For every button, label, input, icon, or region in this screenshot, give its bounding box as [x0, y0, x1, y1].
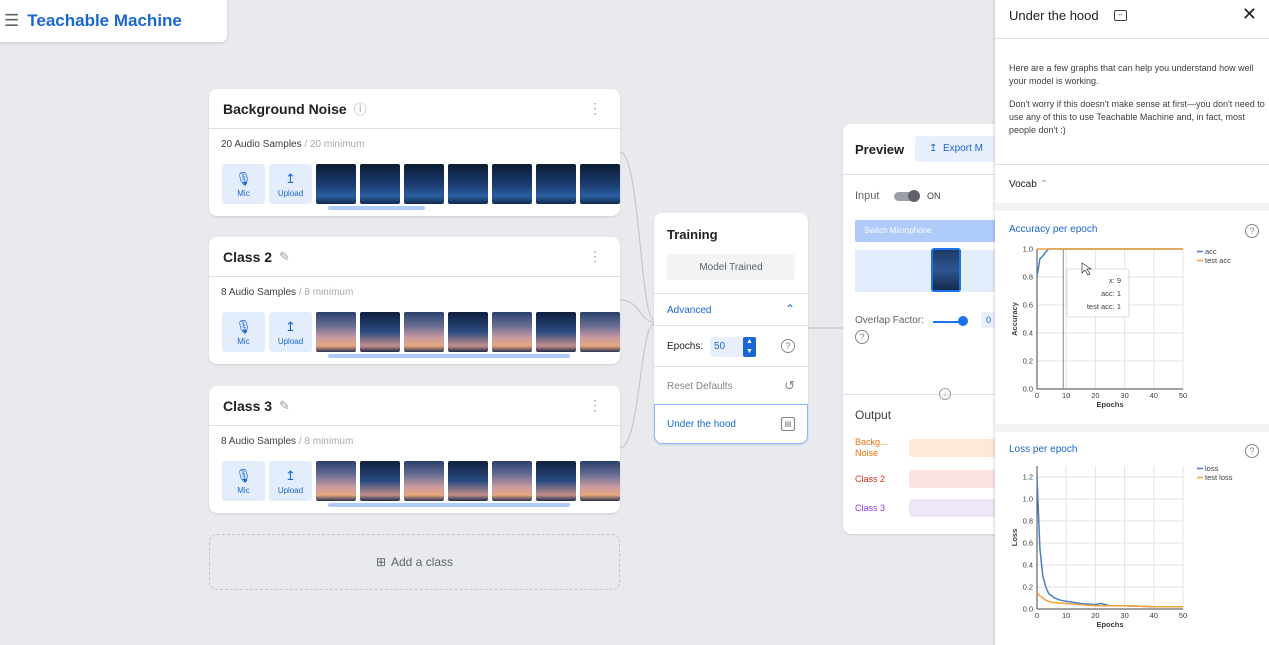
live-spectrogram	[855, 248, 1003, 292]
x-axis-label: Epochs	[1096, 400, 1123, 409]
x-tick-label: 10	[1062, 611, 1070, 620]
y-tick-label: 0.0	[1023, 605, 1033, 614]
y-tick-label: 0.0	[1023, 385, 1033, 394]
y-tick-label: 0.8	[1023, 517, 1033, 526]
resize-panel-icon[interactable]: ↔	[1114, 10, 1127, 21]
overlap-factor-label: Overlap Factor:	[855, 315, 924, 326]
training-title: Training	[667, 227, 718, 242]
y-tick-label: 0.6	[1023, 301, 1033, 310]
x-tick-label: 20	[1091, 611, 1099, 620]
x-tick-label: 20	[1091, 391, 1099, 400]
output-label: Output	[855, 408, 892, 422]
y-tick-label: 0.2	[1023, 583, 1033, 592]
output-class-label: Class 2	[855, 474, 886, 484]
loss-chart: 0 10 20 30 40 50 0.0 0.2 0.4 0.6 0.8 1.0 1.2 Epochs Lo…	[1010, 464, 1233, 629]
upload-icon: ↥	[929, 143, 938, 154]
export-model-button[interactable]: ↥ Export M	[915, 136, 1003, 162]
input-label: Input	[855, 190, 880, 202]
history-icon[interactable]: ↺	[784, 378, 795, 394]
y-tick-label: 0.2	[1023, 357, 1033, 366]
y-tick-label: 0.4	[1023, 329, 1033, 338]
intro-text: Don't worry if this doesn't make sense a…	[1009, 99, 1265, 135]
x-tick-label: 40	[1150, 391, 1158, 400]
reset-defaults-button[interactable]: Reset Defaults	[667, 381, 733, 392]
model-trained-button[interactable]: Model Trained	[667, 254, 795, 280]
y-tick-label: 0.8	[1023, 273, 1033, 282]
input-toggle[interactable]	[894, 190, 920, 202]
legend-entry: test acc	[1205, 256, 1231, 265]
panel-title: Under the hood	[1009, 8, 1099, 23]
output-class-label: Class 3	[855, 503, 886, 513]
help-circle-icon[interactable]: ?	[1245, 444, 1259, 458]
tooltip-acc: acc: 1	[1101, 289, 1121, 298]
accuracy-chart-title: Accuracy per epoch	[1009, 224, 1098, 235]
y-tick-label: 1.0	[1023, 495, 1033, 504]
spectrogram-window	[931, 248, 961, 292]
overlap-slider-thumb[interactable]	[958, 316, 968, 326]
epochs-label: Epochs:	[667, 341, 704, 352]
x-axis-label: Epochs	[1096, 620, 1123, 629]
training-panel: Training Model Trained Advanced ⌃ Epochs…	[654, 213, 808, 444]
intro-text: Here are a few graphs that can help you …	[1009, 63, 1254, 86]
tooltip-test-acc: test acc: 1	[1087, 302, 1121, 311]
output-confidence-bar	[909, 499, 1003, 517]
output-confidence-bar	[909, 470, 1003, 488]
y-tick-label: 0.4	[1023, 561, 1033, 570]
loss-chart-title: Loss per epoch	[1009, 444, 1078, 455]
arrow-down-icon: ↓	[939, 388, 951, 400]
x-tick-label: 0	[1035, 391, 1039, 400]
close-icon[interactable]: ✕	[1242, 4, 1257, 25]
x-tick-label: 10	[1062, 391, 1070, 400]
under-the-hood-panel: Under the hood ↔ ✕ Here are a few graphs…	[995, 0, 1269, 645]
switch-microphone-button[interactable]: Switch Microphone	[855, 220, 1003, 242]
y-axis-label: Loss	[1010, 529, 1019, 547]
y-tick-label: 1.2	[1023, 473, 1033, 482]
preview-panel: Preview ↥ Export M Input ON Switch Micro…	[843, 124, 1003, 534]
legend-entry: acc	[1205, 247, 1217, 256]
advanced-toggle[interactable]: Advanced	[667, 305, 711, 316]
vocab-toggle[interactable]: Vocab ⌃	[1009, 179, 1048, 190]
x-tick-label: 50	[1179, 391, 1187, 400]
chevron-up-icon: ⌃	[1039, 179, 1048, 190]
tooltip-x: x: 9	[1109, 276, 1121, 285]
help-circle-icon[interactable]: ?	[1245, 224, 1259, 238]
stepper-icon[interactable]: ▲ ▼	[743, 337, 756, 357]
help-circle-icon[interactable]: ?	[781, 339, 795, 353]
y-tick-label: 0.6	[1023, 539, 1033, 548]
epochs-input[interactable]: 50 ▲ ▼	[710, 337, 756, 357]
x-tick-label: 0	[1035, 611, 1039, 620]
preview-title: Preview	[855, 142, 905, 157]
bar-chart-icon: ▤	[781, 417, 795, 431]
toggle-state: ON	[927, 191, 941, 201]
x-tick-label: 40	[1150, 611, 1158, 620]
output-confidence-bar	[909, 439, 1003, 457]
help-circle-icon[interactable]: ?	[855, 330, 869, 344]
under-the-hood-button[interactable]: Under the hood ▤	[654, 404, 808, 444]
y-tick-label: 1.0	[1023, 245, 1033, 254]
x-tick-label: 50	[1179, 611, 1187, 620]
accuracy-chart: 0 10 20 30 40 50 0.0 0.2 0.4 0.6 0.8 1.0 Epochs Accur…	[1010, 245, 1231, 410]
x-tick-label: 30	[1120, 391, 1128, 400]
x-tick-label: 30	[1120, 611, 1128, 620]
y-axis-label: Accuracy	[1010, 301, 1019, 336]
legend-entry: loss	[1205, 464, 1219, 473]
legend-entry: test loss	[1205, 473, 1233, 482]
output-class-label: Backg... Noise	[855, 437, 888, 458]
chevron-up-icon[interactable]: ⌃	[785, 302, 795, 316]
